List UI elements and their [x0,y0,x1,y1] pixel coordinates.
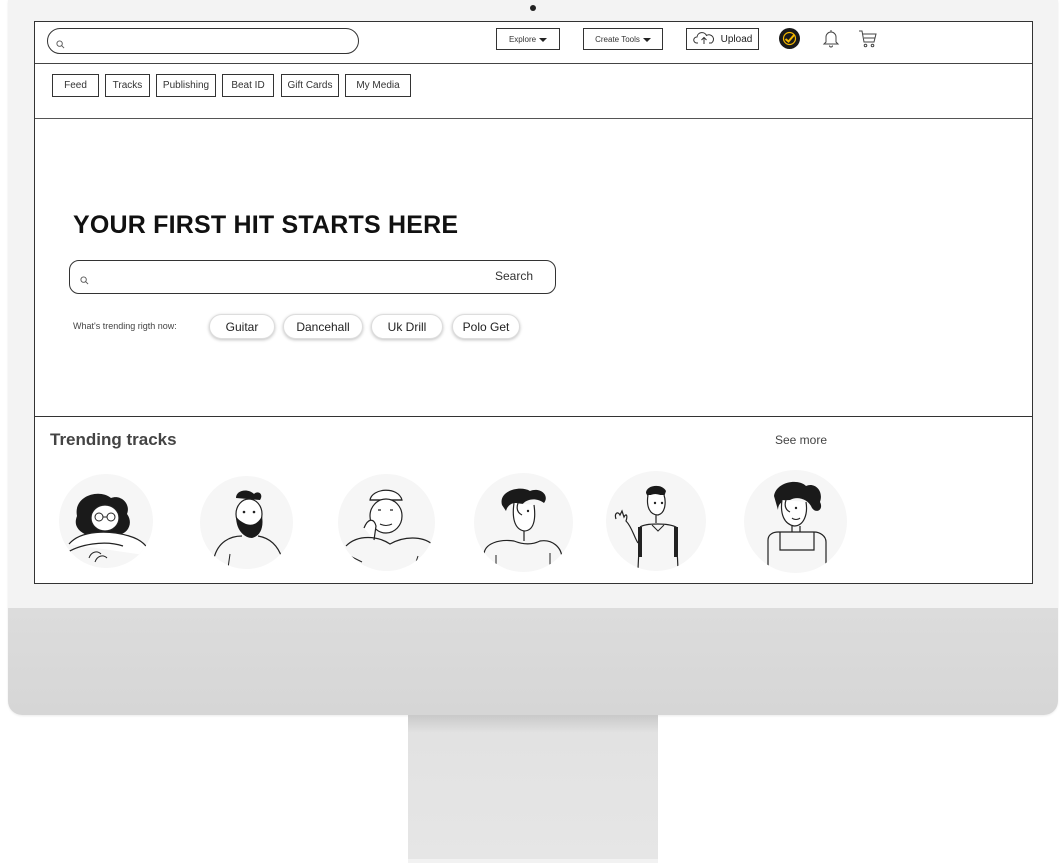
track-avatar[interactable] [200,476,293,569]
tab-gift-cards[interactable]: Gift Cards [281,74,339,97]
monitor-chin [8,608,1058,715]
tab-my-media[interactable]: My Media [345,74,411,97]
create-tools-label: Create Tools [595,34,640,44]
chip-polo-get[interactable]: Polo Get [452,314,520,339]
tab-beat-id[interactable]: Beat ID [222,74,274,97]
track-avatar[interactable] [59,474,153,568]
trending-tracks-title: Trending tracks [50,430,177,449]
search-button[interactable]: Search [495,269,533,283]
trending-label: What's trending rigth now: [73,321,177,331]
track-avatar[interactable] [474,473,573,572]
tab-feed[interactable]: Feed [52,74,99,97]
track-avatar[interactable] [744,470,847,573]
see-more-link[interactable]: See more [775,433,827,447]
search-icon [56,36,65,54]
camera-dot [530,5,536,11]
top-search-bar[interactable] [47,28,359,54]
top-header: Explore Create Tools Upload [35,22,1032,64]
monitor-stand [408,715,658,863]
caret-down-icon [642,38,651,42]
nav-tabs: Feed Tracks Publishing Beat ID Gift Card… [35,64,1032,119]
caret-down-icon [539,38,548,42]
brand-check-icon[interactable] [779,28,800,49]
cloud-upload-icon [692,31,715,48]
explore-label: Explore [508,34,537,44]
hero-search-input[interactable] [96,268,476,288]
cart-icon[interactable] [858,29,878,54]
upload-label: Upload [720,33,753,45]
chip-uk-drill[interactable]: Uk Drill [371,314,443,339]
track-avatar[interactable] [338,474,435,571]
tab-tracks[interactable]: Tracks [105,74,150,97]
track-avatar[interactable] [606,471,706,571]
create-tools-dropdown[interactable]: Create Tools [583,28,663,50]
hero-title: YOUR FIRST HIT STARTS HERE [73,211,459,239]
explore-dropdown[interactable]: Explore [496,28,560,50]
screen: Explore Create Tools Upload Feed Tracks … [34,21,1033,584]
chip-dancehall[interactable]: Dancehall [283,314,363,339]
tab-publishing[interactable]: Publishing [156,74,216,97]
upload-button[interactable]: Upload [686,28,759,50]
bell-icon[interactable] [822,28,840,53]
top-search-input[interactable] [70,32,350,50]
hero-search-bar[interactable]: Search [69,260,556,294]
search-icon [80,272,89,290]
chip-guitar[interactable]: Guitar [209,314,275,339]
hero-section: YOUR FIRST HIT STARTS HERE Search What's… [35,120,1032,417]
